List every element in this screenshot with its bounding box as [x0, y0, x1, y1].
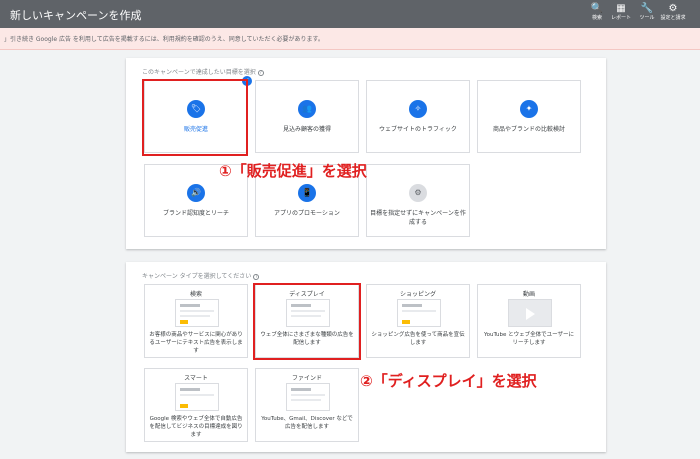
sparkle-icon: ✦	[520, 100, 538, 118]
objective-label: 見込み顧客の獲得	[282, 126, 331, 133]
page-title: 新しいキャンペーンを作成	[10, 9, 142, 22]
objective-label: ウェブサイトのトラフィック	[379, 126, 457, 133]
terms-notice-banner: 」引き続き Google 広告 を利用して広告を掲載するには、利用規約を確認のう…	[0, 28, 700, 50]
campaign-type-panel: キャンペーン タイプを選択してください? 検索 お客様の商品やサービスに関心があ…	[126, 262, 606, 452]
objective-label: 商品やブランドの比較検討	[492, 126, 565, 133]
campaign-type-heading-text: キャンペーン タイプを選択してください	[142, 273, 252, 280]
discovery-ad-illustration	[286, 383, 330, 411]
report-icon: ▦	[616, 3, 626, 14]
campaign-title: 動画	[522, 291, 535, 298]
video-ad-illustration	[508, 299, 552, 327]
campaign-title: スマート	[184, 375, 208, 382]
campaign-card-video[interactable]: 動画 YouTube とウェブ全体でユーザーにリーチします	[477, 284, 581, 358]
objective-label: ブランド認知度とリーチ	[162, 210, 229, 217]
gear-icon: ⚙	[409, 184, 427, 202]
settings-tool-label: 設定と請求	[660, 15, 686, 21]
campaign-description: Google 検索やウェブ全体で自動広告を配信してビジネスの目標達成を図ります	[149, 416, 243, 438]
campaign-card-smart[interactable]: スマート Google 検索やウェブ全体で自動広告を配信してビジネスの目標達成を…	[144, 368, 248, 442]
shopping-ad-illustration	[397, 299, 441, 327]
highlight-box-display	[253, 283, 361, 360]
objective-label: アプリのプロモーション	[274, 210, 340, 217]
campaign-title: 検索	[189, 291, 202, 298]
report-tool-label: レポート	[610, 15, 631, 21]
tools-tool-label: ツール	[639, 15, 655, 21]
highlight-box-sales	[142, 79, 248, 156]
campaign-card-search[interactable]: 検索 お客様の商品やサービスに関心がありるユーザーにテキスト広告を表示します	[144, 284, 248, 358]
phone-icon: 📱	[298, 184, 316, 202]
annotation-step-2: ②「ディスプレイ」を選択	[360, 372, 537, 390]
campaign-description: お客様の商品やサービスに関心がありるユーザーにテキスト広告を表示します	[149, 332, 243, 354]
campaign-title: ファインド	[291, 375, 322, 382]
tools-tool[interactable]: 🔧 ツール	[634, 3, 660, 21]
wrench-icon: 🔧	[640, 3, 654, 14]
settings-tool[interactable]: ⚙ 設定と請求	[660, 3, 686, 21]
help-icon[interactable]: ?	[253, 274, 260, 280]
objective-card-consideration[interactable]: ✦ 商品やブランドの比較検討	[477, 80, 581, 153]
people-icon: 👥	[298, 100, 316, 118]
objective-card-no-goal[interactable]: ⚙ 目標を指定せずにキャンペーンを作成する	[366, 164, 470, 237]
search-tool-label: 検索	[591, 15, 602, 21]
report-tool[interactable]: ▦ レポート	[608, 3, 634, 21]
text-ad-illustration	[175, 299, 219, 327]
campaign-card-shopping[interactable]: ショッピング ショッピング広告を使って商品を宣伝します	[366, 284, 470, 358]
terms-notice-text: 」引き続き Google 広告 を利用して広告を掲載するには、利用規約を確認のう…	[4, 36, 324, 43]
campaign-card-discovery[interactable]: ファインド YouTube、Gmail、Discover などで広告を配信します	[255, 368, 359, 442]
campaign-type-heading: キャンペーン タイプを選択してください?	[142, 271, 260, 280]
campaign-description: ショッピング広告を使って商品を宣伝します	[371, 332, 465, 346]
objective-card-leads[interactable]: 👥 見込み顧客の獲得	[255, 80, 359, 153]
help-icon[interactable]: ?	[257, 70, 264, 76]
campaign-title: ショッピング	[399, 291, 436, 298]
speaker-icon: 🔊	[187, 184, 205, 202]
annotation-step-1: ①「販売促進」を選択	[219, 162, 367, 180]
search-icon: 🔍	[590, 3, 604, 14]
objective-heading: このキャンペーンで達成したい目標を選択?	[142, 67, 264, 76]
objective-card-website-traffic[interactable]: ✧ ウェブサイトのトラフィック	[366, 80, 470, 153]
play-icon	[526, 308, 535, 320]
campaign-description: YouTube、Gmail、Discover などで広告を配信します	[261, 416, 353, 430]
gear-icon: ⚙	[668, 3, 678, 14]
app-header: 新しいキャンペーンを作成 🔍 検索 ▦ レポート 🔧 ツール ⚙ 設定と請求	[0, 0, 700, 28]
cursor-click-icon: ✧	[409, 100, 427, 118]
objective-heading-text: このキャンペーンで達成したい目標を選択	[142, 69, 256, 76]
objective-label: 目標を指定せずにキャンペーンを作成する	[370, 210, 466, 226]
smart-ad-illustration	[175, 383, 219, 411]
search-tool[interactable]: 🔍 検索	[584, 3, 610, 21]
campaign-description: YouTube とウェブ全体でユーザーにリーチします	[483, 332, 574, 346]
